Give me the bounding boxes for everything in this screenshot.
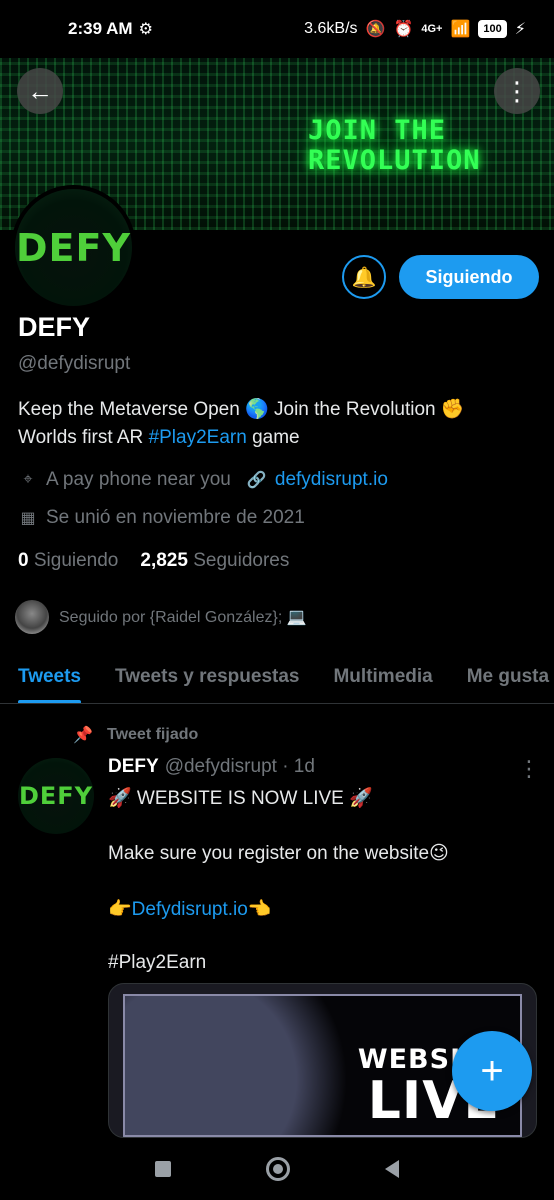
wifi-icon: 📶 — [450, 21, 471, 38]
profile-location-row: ⌖ A pay phone near you 🔗 defydisrupt.io — [18, 469, 388, 491]
tab-tweets-replies[interactable]: Tweets y respuestas — [98, 650, 316, 703]
tweet-hashtag-link[interactable]: #Play2Earn — [108, 952, 206, 974]
avatar-image: DEFY — [15, 189, 132, 306]
home-circle-icon[interactable] — [266, 1157, 290, 1181]
banner-text-line2: REVOLUTION — [308, 145, 481, 176]
tab-media[interactable]: Multimedia — [316, 650, 449, 703]
profile-website-link[interactable]: defydisrupt.io — [275, 469, 388, 491]
bio-line2: Worlds first AR #Play2Earn game — [18, 424, 538, 452]
tweet-header: DEFY @defydisrupt · 1d — [108, 756, 315, 778]
charging-icon: ⚡ — [514, 21, 526, 38]
arrow-left-icon: ← — [27, 75, 53, 106]
plus-icon: + — [480, 1048, 504, 1093]
signal-icon: 4G+ — [421, 23, 443, 35]
pointing-right-emoji: 👉 — [108, 899, 132, 920]
link-icon: 🔗 — [246, 472, 267, 489]
system-nav-bar — [0, 1138, 554, 1200]
tweet-author-name[interactable]: DEFY — [108, 756, 159, 778]
profile-joined-row: ▦ Se unió en noviembre de 2021 — [18, 507, 305, 529]
tweet-website-link[interactable]: Defydisrupt.io — [132, 899, 248, 920]
profile-name: DEFY — [18, 312, 91, 342]
followers-link[interactable]: 2,825 Seguidores — [140, 550, 289, 572]
calendar-icon: ▦ — [20, 510, 36, 527]
alarm-icon: ⏰ — [393, 21, 414, 38]
follower-avatar — [15, 600, 49, 634]
net-speed: 3.6kB/s — [304, 20, 358, 37]
tab-likes[interactable]: Me gusta — [450, 650, 554, 703]
status-bar: 2:39 AM ⚙ 3.6kB/s 🔕 ⏰ 4G+ 📶 100 ⚡ — [0, 0, 554, 58]
pin-icon: 📌 — [73, 727, 93, 744]
followers-count: 2,825 — [140, 550, 188, 571]
tweet-author-meta: @defydisrupt · 1d — [164, 756, 315, 777]
bio-text-end: game — [246, 427, 300, 448]
more-vertical-icon: ⋮ — [504, 75, 530, 106]
profile-avatar[interactable]: DEFY — [11, 185, 136, 310]
tweet-avatar[interactable]: DEFY — [18, 758, 94, 834]
followed-by-row[interactable]: Seguido por {Raidel González}; 💻 — [15, 600, 307, 634]
followed-by-text: Seguido por {Raidel González}; 💻 — [59, 609, 307, 626]
pointing-left-emoji: 👈 — [247, 899, 272, 920]
pinned-label: Tweet fijado — [107, 726, 199, 743]
following-link[interactable]: 0 Siguiendo — [18, 550, 118, 572]
back-button[interactable]: ← — [17, 68, 63, 114]
battery-icon: 100 — [478, 20, 507, 38]
mute-bell-icon: 🔕 — [365, 21, 386, 38]
profile-tabs: Tweets Tweets y respuestas Multimedia Me… — [0, 650, 554, 704]
location-pin-icon: ⌖ — [23, 471, 33, 488]
status-indicators: 3.6kB/s 🔕 ⏰ 4G+ 📶 100 ⚡ — [304, 19, 526, 39]
notifications-button[interactable]: 🔔 — [342, 255, 386, 299]
recents-square-icon[interactable] — [155, 1161, 171, 1177]
gear-icon: ⚙ — [138, 21, 153, 38]
following-label: Siguiendo — [33, 550, 119, 571]
tweet-more-icon[interactable]: ⋮ — [518, 756, 540, 782]
tweet-text-line2: Make sure you register on the website😉 — [108, 843, 449, 864]
tweet-avatar-logo: DEFY — [18, 782, 94, 810]
follow-stats: 0 Siguiendo 2,825 Seguidores — [18, 550, 289, 572]
profile-bio: Keep the Metaverse Open 🌎 Join the Revol… — [18, 396, 538, 452]
compose-tweet-button[interactable]: + — [452, 1031, 532, 1111]
profile-joined: Se unió en noviembre de 2021 — [46, 507, 305, 528]
more-options-button[interactable]: ⋮ — [494, 68, 540, 114]
bio-line1: Keep the Metaverse Open 🌎 Join the Revol… — [18, 399, 465, 420]
tweet-text-line3: 👉Defydisrupt.io👈 — [108, 897, 272, 921]
tweet-text-line1: 🚀 WEBSITE IS NOW LIVE 🚀 — [108, 788, 373, 809]
followers-label: Seguidores — [193, 550, 290, 571]
pinned-label-row: 📌 Tweet fijado — [73, 725, 198, 745]
tab-tweets[interactable]: Tweets — [0, 650, 98, 703]
back-triangle-icon[interactable] — [385, 1160, 399, 1178]
profile-location: A pay phone near you — [46, 469, 231, 490]
bell-plus-icon: 🔔 — [351, 266, 377, 289]
bio-hashtag-link[interactable]: #Play2Earn — [149, 427, 247, 448]
profile-handle: @defydisrupt — [18, 353, 131, 374]
avatar-logo: DEFY — [16, 225, 131, 270]
banner-text-line1: JOIN THE — [308, 115, 447, 146]
bio-text: Worlds first AR — [18, 427, 149, 448]
following-count: 0 — [18, 550, 29, 571]
following-button[interactable]: Siguiendo — [399, 255, 539, 299]
banner-text: JOIN THE REVOLUTION — [308, 116, 518, 176]
status-time: 2:39 AM — [68, 19, 133, 38]
